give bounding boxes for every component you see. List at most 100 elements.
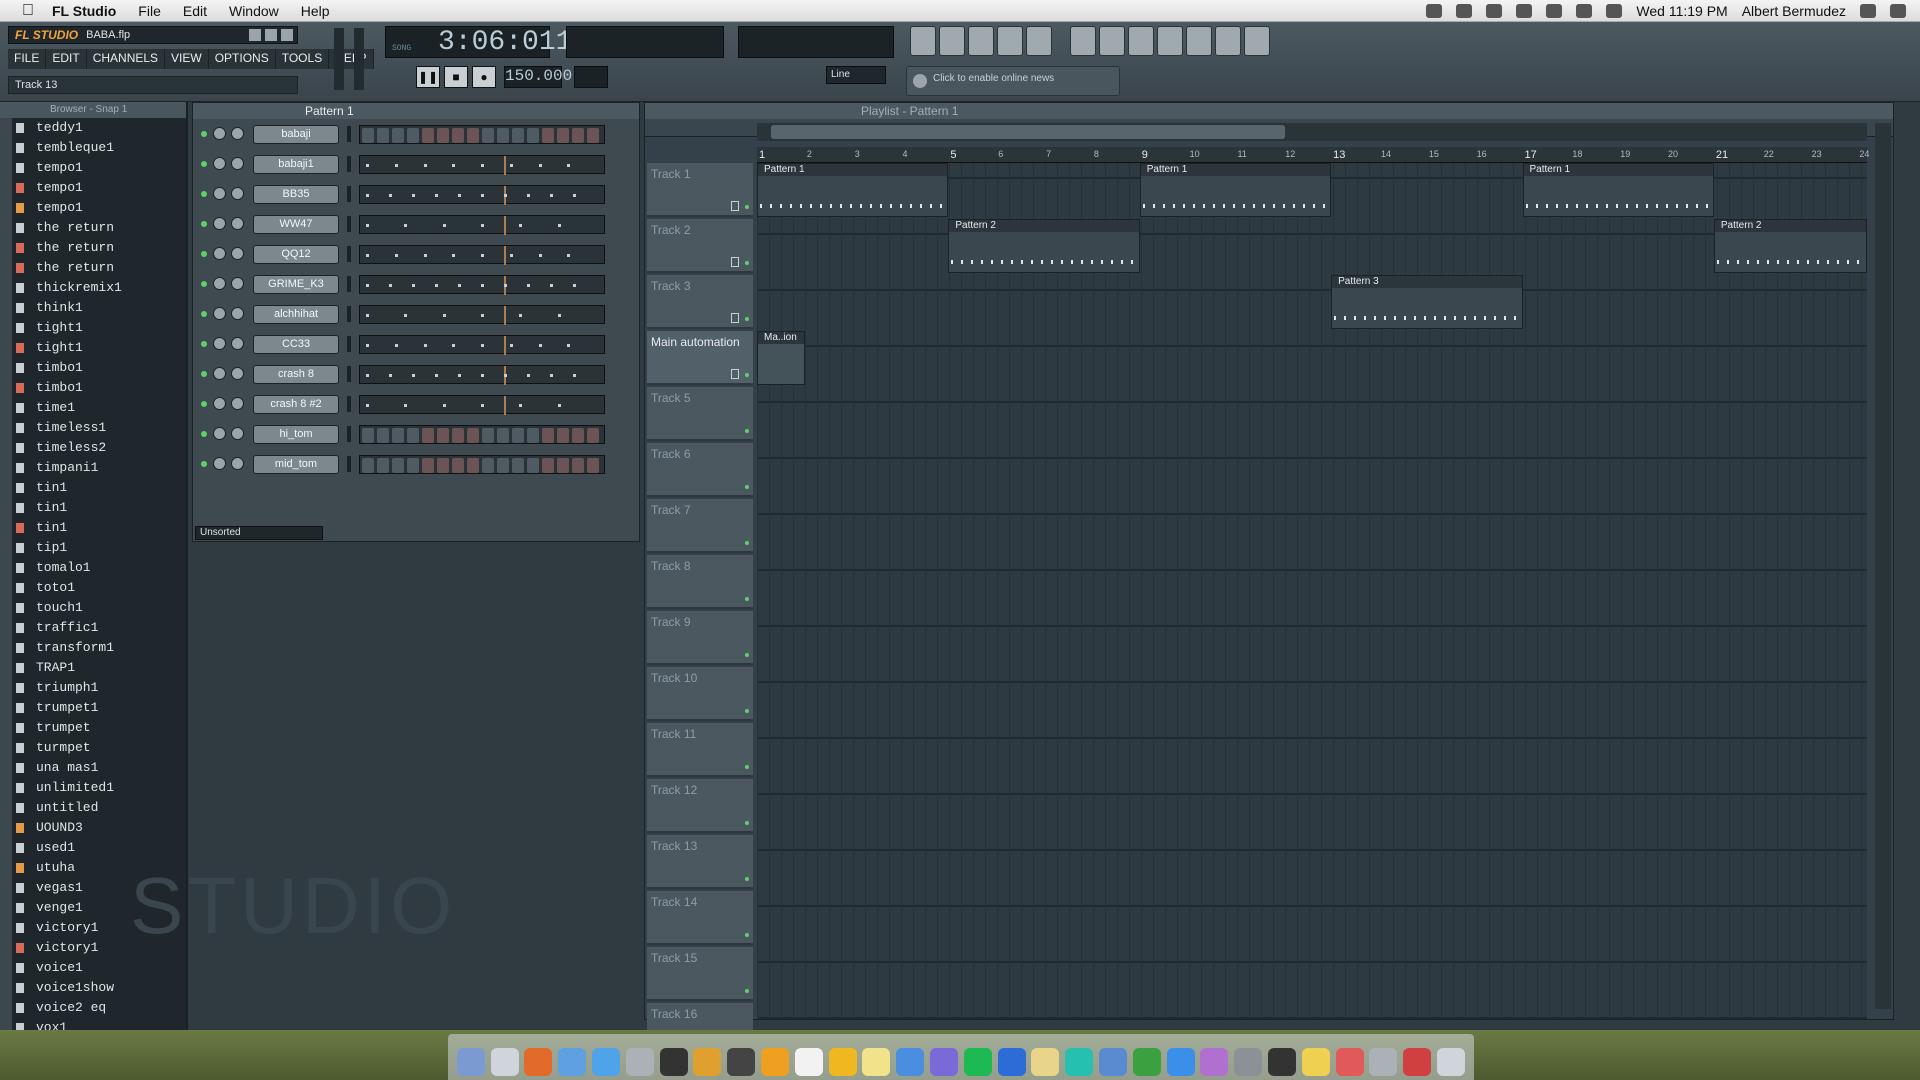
app-store-icon[interactable] xyxy=(1166,1048,1195,1076)
step-button[interactable] xyxy=(527,428,539,443)
channel-mute-led[interactable] xyxy=(201,161,207,167)
bluetooth-icon[interactable] xyxy=(1576,3,1593,18)
mini-piano-roll[interactable] xyxy=(359,275,605,295)
browser-item[interactable]: the return xyxy=(0,238,186,258)
menu-edit[interactable]: Edit xyxy=(183,3,207,19)
automation-clip[interactable]: Ma..ion xyxy=(757,331,805,385)
browser-item[interactable]: time1 xyxy=(0,398,186,418)
pan-knob[interactable] xyxy=(213,187,226,200)
spotify-icon[interactable] xyxy=(963,1048,992,1076)
step-button[interactable] xyxy=(467,458,479,473)
volume-knob[interactable] xyxy=(231,247,244,260)
disk-icon[interactable] xyxy=(659,1048,688,1076)
step-button[interactable] xyxy=(452,428,464,443)
volume-knob[interactable] xyxy=(231,157,244,170)
step-button[interactable] xyxy=(362,128,374,143)
channel-mute-led[interactable] xyxy=(201,431,207,437)
volume-knob[interactable] xyxy=(231,187,244,200)
export-icon[interactable] xyxy=(1099,26,1125,56)
restore-icon[interactable] xyxy=(265,29,277,41)
finder-icon[interactable] xyxy=(456,1048,485,1076)
menubar-clock[interactable]: Wed 11:19 PM xyxy=(1636,3,1727,19)
step-button[interactable] xyxy=(557,128,569,143)
step-button[interactable] xyxy=(497,128,509,143)
mini-piano-roll[interactable] xyxy=(359,395,605,415)
safari-icon[interactable] xyxy=(592,1048,621,1076)
step-button[interactable] xyxy=(437,428,449,443)
step-sequence[interactable] xyxy=(359,425,605,444)
track-led[interactable] xyxy=(745,597,749,601)
pattern-clip[interactable]: Pattern 2 xyxy=(948,219,1140,273)
warning-icon[interactable] xyxy=(1486,3,1503,18)
pan-knob[interactable] xyxy=(213,307,226,320)
step-button[interactable] xyxy=(512,458,524,473)
step-button[interactable] xyxy=(527,458,539,473)
volume-knob[interactable] xyxy=(231,427,244,440)
master-volume-slider[interactable] xyxy=(334,28,344,90)
channel-mute-led[interactable] xyxy=(201,191,207,197)
search-icon[interactable] xyxy=(1860,3,1876,18)
track-led[interactable] xyxy=(745,933,749,937)
folder-icon[interactable] xyxy=(930,1048,959,1076)
browser-item[interactable]: timeless1 xyxy=(0,418,186,438)
mixer-icon[interactable] xyxy=(1026,26,1052,56)
volume-knob[interactable] xyxy=(231,397,244,410)
timeline-ruler[interactable]: 1 2 3 4 5 6 7 8 9 10 11 12 13 14 15 16 17 18 19 20 21 22 23 24 xyxy=(757,147,1869,163)
browser-item[interactable]: trumpet1 xyxy=(0,698,186,718)
browser-item[interactable]: timeless2 xyxy=(0,438,186,458)
channel-mute-led[interactable] xyxy=(201,371,207,377)
browser-item[interactable]: voice1 xyxy=(0,958,186,978)
stickies-icon[interactable] xyxy=(1031,1048,1060,1076)
menu-app-name[interactable]: FL Studio xyxy=(52,3,116,19)
channel-name-button[interactable]: mid_tom xyxy=(253,455,339,474)
step-button[interactable] xyxy=(437,458,449,473)
step-button[interactable] xyxy=(542,428,554,443)
snap-select[interactable]: Line xyxy=(826,66,886,84)
track-header[interactable]: Track 10 xyxy=(647,667,753,721)
track-header[interactable]: Track 15 xyxy=(647,947,753,1001)
step-button[interactable] xyxy=(377,458,389,473)
time-machine-icon[interactable] xyxy=(1546,3,1563,18)
mini-piano-roll[interactable] xyxy=(359,365,605,385)
channel-name-button[interactable]: WW47 xyxy=(253,215,339,234)
volume-knob[interactable] xyxy=(231,277,244,290)
horizontal-scrollbar[interactable] xyxy=(757,123,1867,141)
refresh-icon[interactable] xyxy=(1070,26,1096,56)
fl-menu-options[interactable]: OPTIONS xyxy=(208,49,276,69)
browser-item[interactable]: UOUND3 xyxy=(0,818,186,838)
lock-icon[interactable] xyxy=(731,369,739,379)
close-icon[interactable] xyxy=(281,29,293,41)
scroll-thumb[interactable] xyxy=(771,125,1285,139)
window-icon[interactable] xyxy=(1456,3,1473,18)
step-button[interactable] xyxy=(587,428,599,443)
step-button[interactable] xyxy=(467,128,479,143)
browser-item[interactable]: tempo1 xyxy=(0,178,186,198)
volume-icon[interactable] xyxy=(1516,3,1533,18)
step-button[interactable] xyxy=(542,128,554,143)
track-led[interactable] xyxy=(745,373,749,377)
pan-knob[interactable] xyxy=(213,127,226,140)
browser-item[interactable]: tip1 xyxy=(0,538,186,558)
track-led[interactable] xyxy=(745,877,749,881)
tempo-display[interactable]: 150.000 xyxy=(504,66,572,88)
browser-item[interactable]: TRAP1 xyxy=(0,658,186,678)
browser-item[interactable]: traffic1 xyxy=(0,618,186,638)
pattern-clip[interactable]: Pattern 1 xyxy=(1139,163,1332,217)
menu-icon[interactable] xyxy=(249,29,261,41)
browser-item[interactable]: the return xyxy=(0,258,186,278)
step-button[interactable] xyxy=(362,458,374,473)
browser-item[interactable]: timbo1 xyxy=(0,358,186,378)
step-button[interactable] xyxy=(377,128,389,143)
tools-icon[interactable] xyxy=(1335,1048,1364,1076)
trash-icon[interactable] xyxy=(1437,1048,1465,1076)
pause-button[interactable]: ❚❚ xyxy=(416,66,440,88)
utility-icon[interactable] xyxy=(1369,1048,1398,1076)
sync-icon[interactable] xyxy=(1065,1048,1094,1076)
step-button[interactable] xyxy=(437,128,449,143)
fl-menu-tools[interactable]: TOOLS xyxy=(275,49,330,69)
channel-name-button[interactable]: CC33 xyxy=(253,335,339,354)
channel-name-button[interactable]: alchhihat xyxy=(253,305,339,324)
track-header[interactable]: Main automation xyxy=(647,331,753,385)
pattern-clip[interactable]: Pattern 2 xyxy=(1713,219,1867,273)
channel-name-button[interactable]: babaji xyxy=(253,125,339,144)
